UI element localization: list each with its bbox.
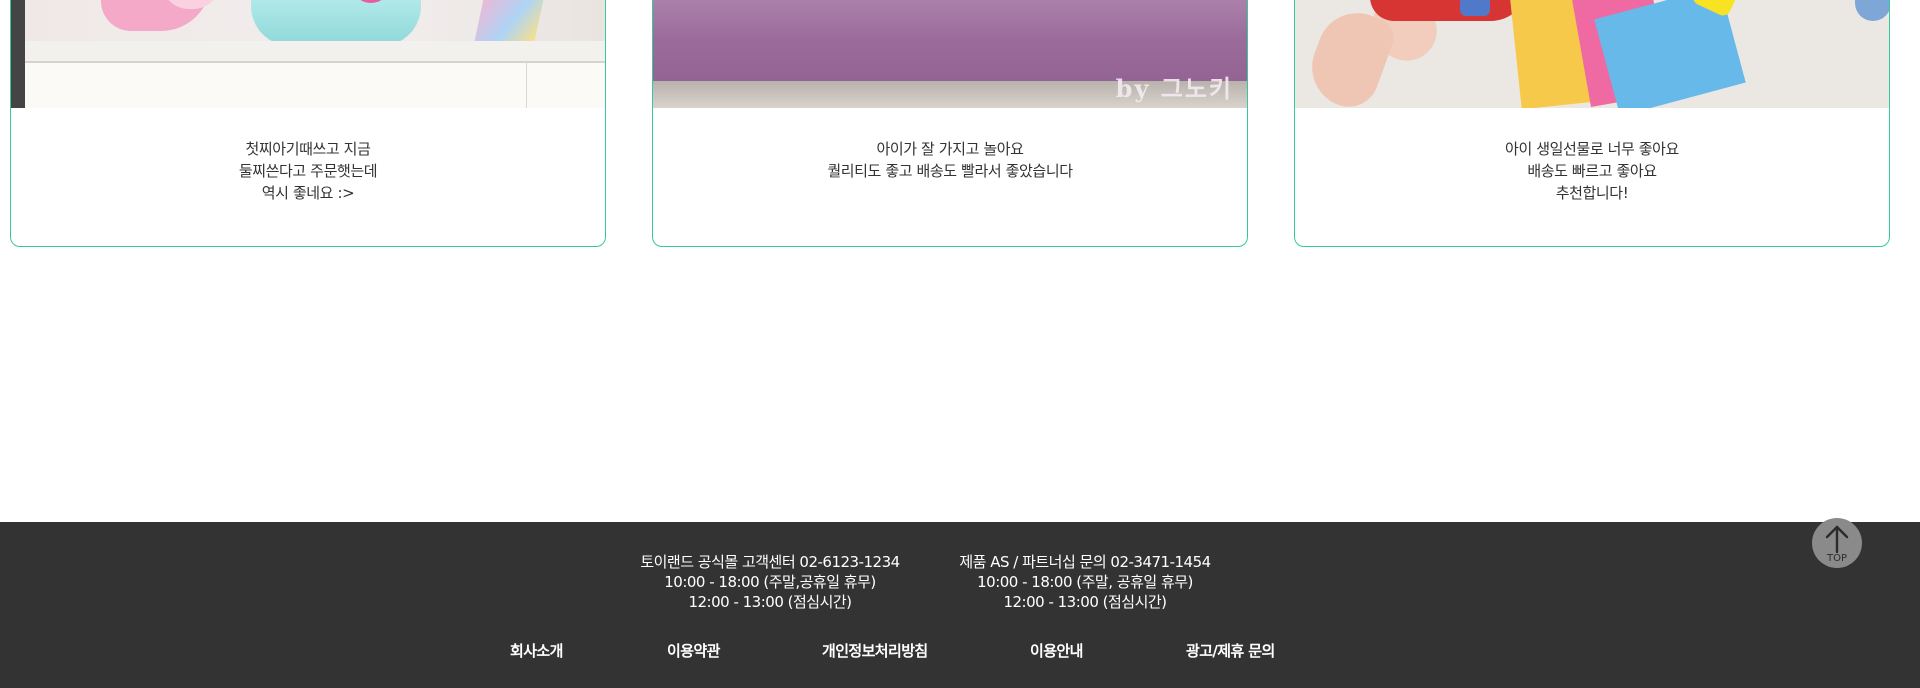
review-section: 첫찌아기때쓰고 지금 둘찌쓴다고 주문햇는데 역시 좋네요 :> by 그노키 … [0,0,1920,522]
customer-center-lunch: 12:00 - 13:00 (점심시간) [688,593,852,611]
customer-center-info: 토이랜드 공식몰 고객센터 02-6123-1234 10:00 - 18:00… [640,552,900,612]
footer-links: 회사소개 이용약관 개인정보처리방침 이용안내 광고/제휴 문의 [0,640,1920,664]
review-text-line: 역시 좋네요 :> [261,184,355,202]
review-text-line: 둘찌쓴다고 주문햇는데 [238,162,378,180]
review-card[interactable]: by 그노키 아이가 잘 가지고 놀아요 퀄리티도 좋고 배송도 빨라서 좋았습… [652,0,1248,247]
photo-signature: by 그노키 [1115,74,1233,103]
review-text-line: 아이 생일선물로 너무 좋아요 [1505,140,1679,158]
footer-link-privacy[interactable]: 개인정보처리방침 [822,640,928,661]
site-footer: 토이랜드 공식몰 고객센터 02-6123-1234 10:00 - 18:00… [0,522,1920,688]
top-label: TOP [1826,553,1847,564]
review-text: 아이 생일선물로 너무 좋아요 배송도 빠르고 좋아요 추천합니다! [1295,138,1889,204]
review-photo [1295,0,1889,108]
review-photo: by 그노키 [653,0,1247,108]
arrow-up-icon: TOP [1825,525,1849,564]
review-text: 아이가 잘 가지고 놀아요 퀄리티도 좋고 배송도 빨라서 좋았습니다 [653,138,1247,182]
as-partnership-phone: 제품 AS / 파트너십 문의 02-3471-1454 [959,553,1211,571]
review-photo [11,0,605,108]
review-text-line: 추천합니다! [1555,184,1629,202]
review-text-line: 아이가 잘 가지고 놀아요 [876,140,1024,158]
footer-link-guide[interactable]: 이용안내 [1030,640,1083,661]
review-text: 첫찌아기때쓰고 지금 둘찌쓴다고 주문햇는데 역시 좋네요 :> [11,138,605,204]
customer-center-hours: 10:00 - 18:00 (주말,공휴일 휴무) [664,573,876,591]
review-card[interactable]: 첫찌아기때쓰고 지금 둘찌쓴다고 주문햇는데 역시 좋네요 :> [10,0,606,247]
as-partnership-info: 제품 AS / 파트너십 문의 02-3471-1454 10:00 - 18:… [950,552,1220,612]
customer-center-phone: 토이랜드 공식몰 고객센터 02-6123-1234 [640,553,900,571]
review-text-line: 첫찌아기때쓰고 지금 [245,140,371,158]
review-card[interactable]: 아이 생일선물로 너무 좋아요 배송도 빠르고 좋아요 추천합니다! [1294,0,1890,247]
review-text-line: 배송도 빠르고 좋아요 [1527,162,1657,180]
footer-link-ad-partnership[interactable]: 광고/제휴 문의 [1186,640,1275,661]
review-text-line: 퀄리티도 좋고 배송도 빨라서 좋았습니다 [827,162,1073,180]
footer-link-terms[interactable]: 이용약관 [667,640,720,661]
as-partnership-hours: 10:00 - 18:00 (주말, 공휴일 휴무) [977,573,1193,591]
footer-link-company[interactable]: 회사소개 [510,640,563,661]
scroll-top-button[interactable]: TOP [1812,518,1862,568]
as-partnership-lunch: 12:00 - 13:00 (점심시간) [1003,593,1167,611]
